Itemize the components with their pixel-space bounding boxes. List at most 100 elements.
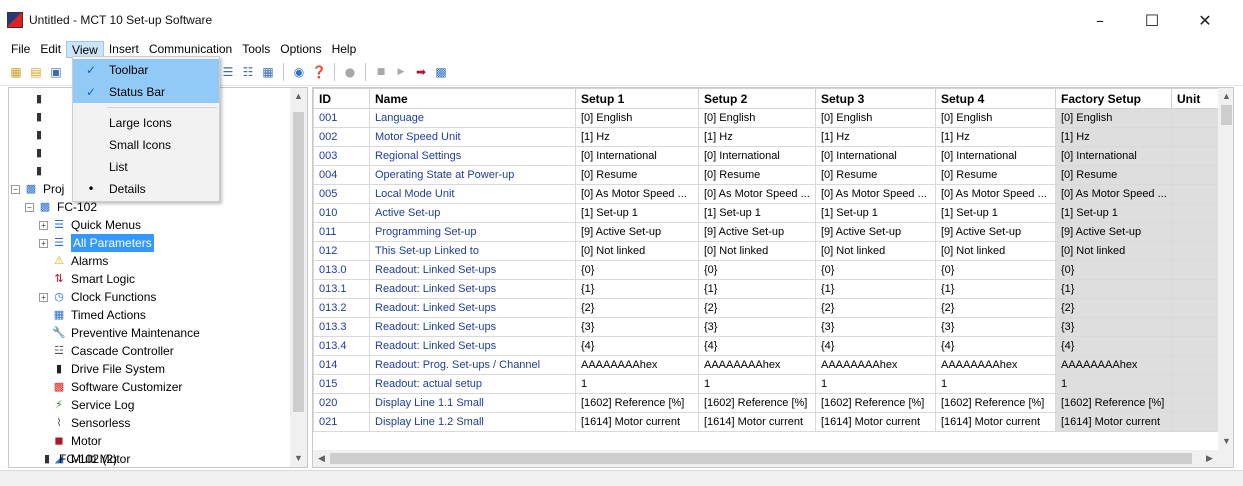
- table-row[interactable]: 021 Display Line 1.2 Small [1614] Motor cu…: [313, 412, 1220, 432]
- tree-item-quick-menus[interactable]: + ☰ Quick Menus: [39, 216, 141, 234]
- table-row[interactable]: 010 Active Set-up [1] Set-up 1 [1] Set-up 1…: [313, 203, 1220, 223]
- table-row[interactable]: 015 Readout: actual setup 1 1 1 1 1: [313, 374, 1220, 394]
- setup-2-cell[interactable]: [9] Active Set-up: [698, 222, 816, 242]
- setup-1-cell[interactable]: AAAAAAAAhex: [575, 355, 699, 375]
- menu-help[interactable]: Help: [327, 41, 362, 58]
- setup-1-cell[interactable]: [1602] Reference [%]: [575, 393, 699, 413]
- grid-vertical-scrollbar[interactable]: ▲ ▼: [1218, 88, 1233, 450]
- column-header-setup-3[interactable]: Setup 3: [815, 88, 936, 109]
- setup-1-cell[interactable]: [1] Hz: [575, 127, 699, 147]
- setup-2-cell[interactable]: {3}: [698, 317, 816, 337]
- table-row[interactable]: 004 Operating State at Power-up [0] Resume…: [313, 165, 1220, 185]
- view-menu-item-list[interactable]: List: [73, 156, 219, 178]
- setup-1-cell[interactable]: {0}: [575, 260, 699, 280]
- setup-4-cell[interactable]: 1: [935, 374, 1056, 394]
- tree-item-alarms[interactable]: ⚠ Alarms: [39, 252, 108, 270]
- setup-2-cell[interactable]: 1: [698, 374, 816, 394]
- parameters-grid[interactable]: ID Name Setup 1 Setup 2 Setup 3 Setup 4 Factor…: [312, 87, 1234, 468]
- setup-1-cell[interactable]: [0] Resume: [575, 165, 699, 185]
- scroll-left-icon[interactable]: ◀: [313, 450, 330, 467]
- table-row[interactable]: 003 Regional Settings [0] International [0]…: [313, 146, 1220, 166]
- tree-item-preventive-maintenance[interactable]: 🔧 Preventive Maintenance: [39, 324, 200, 342]
- setup-4-cell[interactable]: {1}: [935, 279, 1056, 299]
- tree-item-sensorless[interactable]: ⌇ Sensorless: [39, 414, 130, 432]
- setup-2-cell[interactable]: [0] As Motor Speed ...: [698, 184, 816, 204]
- tree-item-cascade-controller[interactable]: ☳ Cascade Controller: [39, 342, 174, 360]
- setup-1-cell[interactable]: [1] Set-up 1: [575, 203, 699, 223]
- setup-1-cell[interactable]: {2}: [575, 298, 699, 318]
- setup-4-cell[interactable]: [0] Resume: [935, 165, 1056, 185]
- setup-3-cell[interactable]: [9] Active Set-up: [815, 222, 936, 242]
- column-header-setup-4[interactable]: Setup 4: [935, 88, 1056, 109]
- minimize-button[interactable]: –: [1078, 6, 1122, 34]
- setup-4-cell[interactable]: [0] Not linked: [935, 241, 1056, 261]
- expand-icon[interactable]: +: [39, 292, 48, 302]
- setup-1-cell[interactable]: {1}: [575, 279, 699, 299]
- maximize-button[interactable]: ☐: [1130, 6, 1174, 34]
- expand-icon[interactable]: +: [39, 238, 48, 248]
- setup-2-cell[interactable]: [1614] Motor current: [698, 412, 816, 432]
- table-row[interactable]: 013.4 Readout: Linked Set-ups {4} {4} {4} {4}…: [313, 336, 1220, 356]
- tree-node-fc102-2[interactable]: ▮ FC-102 (2): [39, 450, 117, 467]
- tree-item-motor[interactable]: ◼ Motor: [39, 432, 101, 450]
- tree-node-partial[interactable]: ▮: [31, 126, 51, 144]
- tree-item-service-log[interactable]: ⚡ Service Log: [39, 396, 134, 414]
- tree-item-all-parameters[interactable]: + ☰ All Parameters: [39, 234, 154, 252]
- setup-2-cell[interactable]: [1602] Reference [%]: [698, 393, 816, 413]
- setup-3-cell[interactable]: AAAAAAAAhex: [815, 355, 936, 375]
- open-folder-icon[interactable]: ▤: [28, 64, 44, 80]
- setup-2-cell[interactable]: [0] English: [698, 108, 816, 128]
- setup-3-cell[interactable]: {3}: [815, 317, 936, 337]
- tree-node-partial[interactable]: ▮: [31, 90, 51, 108]
- setup-2-cell[interactable]: [1] Hz: [698, 127, 816, 147]
- setup-1-cell[interactable]: {4}: [575, 336, 699, 356]
- stop-icon[interactable]: ■: [373, 64, 389, 80]
- table-row[interactable]: 001 Language [0] English [0] English [0] Eng…: [313, 108, 1220, 128]
- view-menu-item-toolbar[interactable]: ✓ Toolbar: [73, 59, 219, 81]
- setup-1-cell[interactable]: [0] English: [575, 108, 699, 128]
- network-icon[interactable]: ▩: [433, 64, 449, 80]
- column-header-name[interactable]: Name: [369, 88, 576, 109]
- scroll-right-icon[interactable]: ▶: [1201, 450, 1218, 467]
- setup-3-cell[interactable]: [1614] Motor current: [815, 412, 936, 432]
- setup-1-cell[interactable]: {3}: [575, 317, 699, 337]
- view-menu-item-details[interactable]: • Details: [73, 178, 219, 200]
- setup-4-cell[interactable]: {3}: [935, 317, 1056, 337]
- view-menu-item-status-bar[interactable]: ✓ Status Bar: [73, 81, 219, 103]
- tree-item-software-customizer[interactable]: ▩ Software Customizer: [39, 378, 183, 396]
- tree-item-drive-file-system[interactable]: ▮ Drive File System: [39, 360, 165, 378]
- setup-4-cell[interactable]: {2}: [935, 298, 1056, 318]
- expand-icon[interactable]: +: [39, 220, 48, 230]
- setup-1-cell[interactable]: [0] International: [575, 146, 699, 166]
- setup-3-cell[interactable]: {0}: [815, 260, 936, 280]
- table-row[interactable]: 020 Display Line 1.1 Small [1602] Referenc…: [313, 393, 1220, 413]
- setup-3-cell[interactable]: [1602] Reference [%]: [815, 393, 936, 413]
- setup-2-cell[interactable]: [0] Resume: [698, 165, 816, 185]
- scroll-up-icon[interactable]: ▲: [1218, 88, 1233, 105]
- setup-3-cell[interactable]: [0] Resume: [815, 165, 936, 185]
- save-icon[interactable]: ▣: [48, 64, 64, 80]
- column-header-factory-setup[interactable]: Factory Setup: [1055, 88, 1172, 109]
- table-row[interactable]: 012 This Set-up Linked to [0] Not linked [0…: [313, 241, 1220, 261]
- setup-3-cell[interactable]: [0] As Motor Speed ...: [815, 184, 936, 204]
- table-row[interactable]: 013.3 Readout: Linked Set-ups {3} {3} {3} {3}…: [313, 317, 1220, 337]
- menu-options[interactable]: Options: [275, 41, 326, 58]
- view-menu-item-small-icons[interactable]: Small Icons: [73, 134, 219, 156]
- view-menu-item-large-icons[interactable]: Large Icons: [73, 112, 219, 134]
- close-button[interactable]: ✕: [1183, 6, 1227, 34]
- help-icon[interactable]: ◉: [291, 64, 307, 80]
- tree-item-clock-functions[interactable]: + ◷ Clock Functions: [39, 288, 156, 306]
- column-header-setup-1[interactable]: Setup 1: [575, 88, 699, 109]
- setup-2-cell[interactable]: [0] Not linked: [698, 241, 816, 261]
- scroll-thumb[interactable]: [330, 453, 1192, 464]
- setup-3-cell[interactable]: 1: [815, 374, 936, 394]
- setup-4-cell[interactable]: [1] Set-up 1: [935, 203, 1056, 223]
- table-row[interactable]: 005 Local Mode Unit [0] As Motor Speed ...…: [313, 184, 1220, 204]
- list-view-icon[interactable]: ☷: [240, 64, 256, 80]
- setup-4-cell[interactable]: {0}: [935, 260, 1056, 280]
- column-header-setup-2[interactable]: Setup 2: [698, 88, 816, 109]
- scroll-thumb[interactable]: [1221, 105, 1232, 125]
- setup-4-cell[interactable]: [0] English: [935, 108, 1056, 128]
- setup-3-cell[interactable]: {4}: [815, 336, 936, 356]
- menu-edit[interactable]: Edit: [35, 41, 66, 58]
